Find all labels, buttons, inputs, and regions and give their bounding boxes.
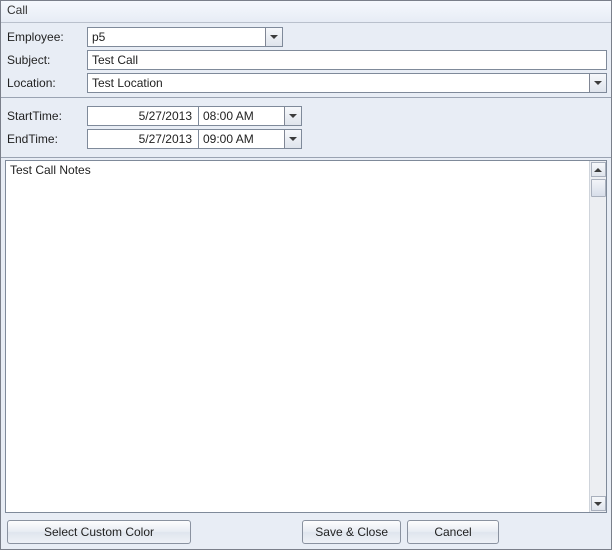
row-end: EndTime: 09:00 AM: [5, 128, 607, 150]
label-start: StartTime:: [5, 109, 87, 123]
call-dialog: Call Employee: p5 Subject: Location: Tes…: [0, 0, 612, 550]
end-time-dropdown[interactable]: 09:00 AM: [198, 129, 302, 149]
select-custom-color-button[interactable]: Select Custom Color: [7, 520, 191, 544]
row-location: Location: Test Location: [5, 72, 607, 94]
location-dropdown-button[interactable]: [589, 74, 606, 92]
button-bar: Select Custom Color Save & Close Cancel: [1, 515, 611, 549]
scroll-thumb[interactable]: [591, 179, 606, 197]
save-close-button[interactable]: Save & Close: [302, 520, 401, 544]
window-title: Call: [7, 3, 28, 17]
notes-scrollbar[interactable]: [589, 161, 606, 512]
end-time-dropdown-button[interactable]: [284, 130, 301, 148]
location-dropdown[interactable]: Test Location: [87, 73, 607, 93]
label-employee: Employee:: [5, 30, 87, 44]
chevron-down-icon: [289, 137, 297, 141]
form-times: StartTime: 08:00 AM EndTime: 09:00 AM: [1, 98, 611, 158]
start-date-input[interactable]: [87, 106, 199, 126]
label-end: EndTime:: [5, 132, 87, 146]
cancel-button[interactable]: Cancel: [407, 520, 499, 544]
subject-input[interactable]: [87, 50, 607, 70]
end-time-value: 09:00 AM: [199, 132, 258, 146]
chevron-down-icon: [270, 35, 278, 39]
scroll-down-button[interactable]: [591, 496, 606, 511]
employee-value: p5: [92, 30, 105, 44]
label-subject: Subject:: [5, 53, 87, 67]
titlebar: Call: [1, 1, 611, 23]
row-start: StartTime: 08:00 AM: [5, 105, 607, 127]
employee-dropdown[interactable]: p5: [87, 27, 283, 47]
notes-field: [5, 160, 607, 513]
notes-textarea[interactable]: [6, 161, 589, 512]
start-time-value: 08:00 AM: [199, 109, 258, 123]
scroll-up-button[interactable]: [591, 162, 606, 177]
location-value: Test Location: [92, 76, 163, 90]
row-subject: Subject:: [5, 49, 607, 71]
start-time-dropdown-button[interactable]: [284, 107, 301, 125]
chevron-down-icon: [289, 114, 297, 118]
chevron-up-icon: [594, 168, 602, 172]
chevron-down-icon: [594, 81, 602, 85]
end-date-input[interactable]: [87, 129, 199, 149]
chevron-down-icon: [594, 502, 602, 506]
label-location: Location:: [5, 76, 87, 90]
start-time-dropdown[interactable]: 08:00 AM: [198, 106, 302, 126]
row-employee: Employee: p5: [5, 26, 607, 48]
form-top: Employee: p5 Subject: Location: Test Loc…: [1, 23, 611, 98]
employee-dropdown-button[interactable]: [265, 28, 282, 46]
